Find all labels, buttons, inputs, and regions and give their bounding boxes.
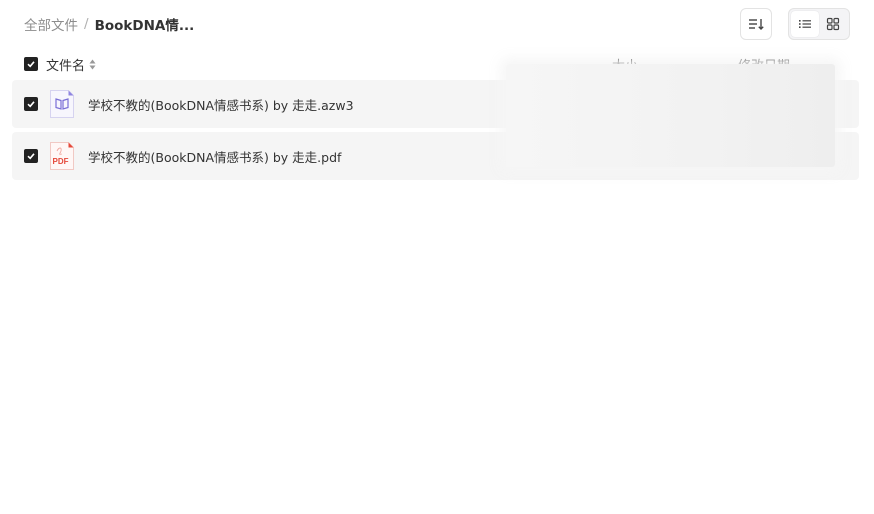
grid-view-button[interactable] [819,11,847,37]
ebook-file-icon [50,90,74,118]
breadcrumb-root-link[interactable]: 全部文件 [24,14,78,34]
file-name[interactable]: 学校不教的(BookDNA情感书系) by 走走.azw3 [88,95,354,114]
check-icon [27,153,35,160]
blur-overlay [506,64,835,167]
breadcrumb-current: BookDNA情... [94,18,195,34]
column-header-name[interactable]: 文件名 [46,55,96,74]
list-view-button[interactable] [791,11,819,37]
breadcrumb: 全部文件 / BookDNA情... [24,14,194,34]
row-checkbox[interactable] [24,149,38,163]
column-header-name-label: 文件名 [46,59,86,74]
view-toggle [788,8,850,40]
file-name[interactable]: 学校不教的(BookDNA情感书系) by 走走.pdf [88,147,341,166]
sort-caret-icon [89,59,96,70]
sort-list-icon [749,19,764,30]
check-icon [27,101,35,108]
sort-button[interactable] [740,8,772,40]
pdf-icon-label: PDF [53,157,69,166]
list-view-icon [799,20,811,28]
grid-view-icon [826,17,840,31]
select-all-checkbox[interactable] [24,57,38,71]
check-icon [27,61,35,68]
breadcrumb-separator: / [84,16,89,32]
pdf-file-icon: PDF [50,142,74,170]
row-checkbox[interactable] [24,97,38,111]
